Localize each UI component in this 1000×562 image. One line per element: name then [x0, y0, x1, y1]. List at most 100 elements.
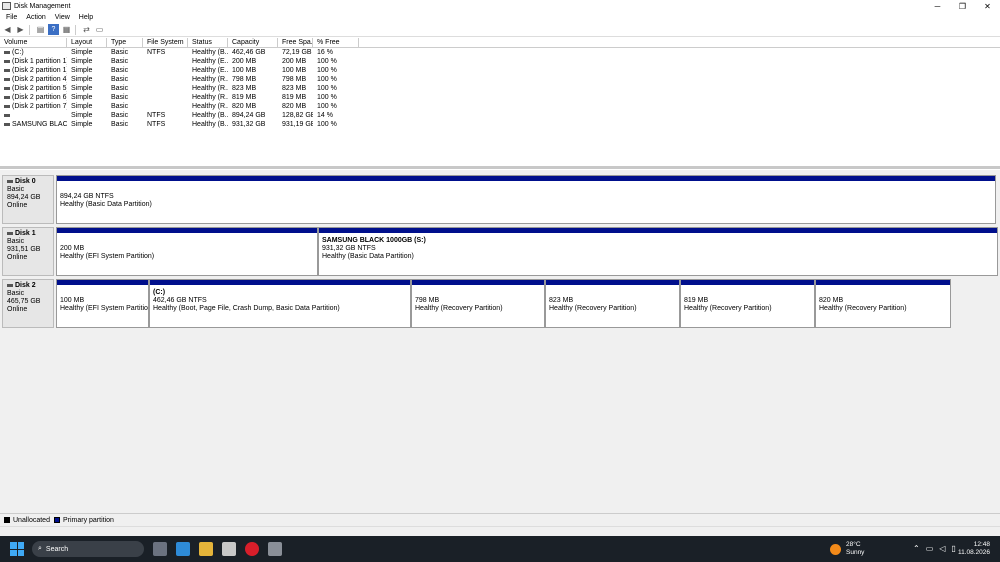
file-explorer-icon[interactable]	[199, 542, 213, 556]
menu-bar: File Action View Help	[0, 12, 1000, 23]
maximize-button[interactable]: ❐	[950, 0, 975, 12]
opera-icon[interactable]	[245, 542, 259, 556]
partition-status: Healthy (Recovery Partition)	[549, 305, 637, 312]
volume-icon[interactable]: ◁	[939, 544, 945, 553]
cell-status: Healthy (E...	[192, 67, 228, 74]
table-row[interactable]: (Disk 1 partition 1) Simple Basic Healthy (…	[0, 57, 1000, 66]
partition-size: 819 MB	[684, 297, 709, 304]
cell-layout: Simple	[71, 121, 93, 128]
taskbar-search-box[interactable]: ⌕ Search	[32, 541, 144, 557]
column-header-file-system[interactable]: File System	[143, 38, 188, 47]
minimize-button[interactable]: ─	[925, 0, 950, 12]
task-view-icon[interactable]	[153, 542, 167, 556]
partition-size: 100 MB	[60, 297, 85, 304]
partition[interactable]: 200 MB Healthy (EFI System Partition)	[56, 227, 318, 276]
settings-icon[interactable]: ▦	[61, 24, 72, 35]
partition-name	[60, 289, 145, 297]
cell-capacity: 931,32 GB	[232, 121, 266, 128]
table-row[interactable]: (Disk 2 partition 5) Simple Basic Healthy (…	[0, 84, 1000, 93]
column-header-layout[interactable]: Layout	[67, 38, 107, 47]
cell-percent-free: 14 %	[317, 112, 333, 119]
table-row[interactable]: (Disk 2 partition 6) Simple Basic Healthy (…	[0, 93, 1000, 102]
refresh-icon[interactable]: ▭	[94, 24, 105, 35]
cell-free-space: 823 MB	[282, 85, 307, 92]
table-row[interactable]: Simple Basic NTFS Healthy (B... 894,24 GB 128…	[0, 111, 1000, 120]
weather-temperature: 28°C	[846, 541, 861, 548]
partition[interactable]: 798 MB Healthy (Recovery Partition)	[411, 279, 545, 328]
cell-layout: Simple	[71, 58, 93, 65]
partition[interactable]: 894,24 GB NTFS Healthy (Basic Data Parti…	[56, 175, 996, 224]
cell-capacity: 100 MB	[232, 67, 257, 74]
partition[interactable]: (C:) 462,46 GB NTFS Healthy (Boot, Page …	[149, 279, 411, 328]
rescan-icon[interactable]: ⇄	[81, 24, 92, 35]
forward-icon[interactable]: ▶	[15, 24, 26, 35]
disk-management-taskbar-icon[interactable]	[268, 542, 282, 556]
edge-icon[interactable]	[176, 542, 190, 556]
sun-icon	[830, 543, 841, 555]
table-row[interactable]: (Disk 2 partition 1) Simple Basic Healthy (…	[0, 66, 1000, 75]
taskbar-clock[interactable]: 12:48 11.08.2026	[958, 541, 990, 557]
disk-0-info[interactable]: Disk 0 Basic 894,24 GB Online	[2, 175, 54, 224]
column-header-free-space[interactable]: Free Spa...	[278, 38, 313, 47]
cell-layout: Simple	[71, 67, 93, 74]
network-icon[interactable]: ▭	[926, 544, 934, 553]
weather-description: Sunny	[846, 549, 865, 556]
table-row[interactable]: (C:) Simple Basic NTFS Healthy (B... 462,46 G…	[0, 48, 1000, 57]
cell-volume: SAMSUNG BLACK ...	[0, 120, 67, 129]
disk-type: Basic	[7, 238, 25, 245]
partition-status: Healthy (EFI System Partition)	[60, 305, 148, 312]
cell-capacity: 798 MB	[232, 76, 257, 83]
menu-action[interactable]: Action	[26, 14, 45, 21]
help-icon[interactable]: ?	[48, 24, 59, 35]
partition[interactable]: SAMSUNG BLACK 1000GB (S:) 931,32 GB NTFS…	[318, 227, 998, 276]
cell-volume: (Disk 2 partition 7)	[0, 102, 67, 111]
cell-free-space: 798 MB	[282, 76, 307, 83]
weather-widget[interactable]: 28°C Sunny	[830, 541, 864, 557]
menu-help[interactable]: Help	[79, 14, 93, 21]
chevron-up-icon[interactable]: ⌃	[913, 544, 920, 553]
column-header-type[interactable]: Type	[107, 38, 143, 47]
disk-graphical-view: Disk 0 Basic 894,24 GB Online 894,24 GB …	[0, 170, 1000, 513]
partition-name	[549, 289, 676, 297]
windows-start-icon[interactable]	[10, 542, 24, 556]
volume-icon	[4, 122, 10, 126]
partition[interactable]: 819 MB Healthy (Recovery Partition)	[680, 279, 815, 328]
back-icon[interactable]: ◀	[2, 24, 13, 35]
menu-view[interactable]: View	[55, 14, 70, 21]
partition-status: Healthy (Recovery Partition)	[819, 305, 907, 312]
column-header-capacity[interactable]: Capacity	[228, 38, 278, 47]
partition-size: 931,32 GB NTFS	[322, 245, 376, 252]
partition-status: Healthy (Recovery Partition)	[684, 305, 772, 312]
table-row[interactable]: (Disk 2 partition 7) Simple Basic Healthy (…	[0, 102, 1000, 111]
partition[interactable]: 820 MB Healthy (Recovery Partition)	[815, 279, 951, 328]
toolbar-separator	[29, 24, 30, 35]
close-button[interactable]: ✕	[975, 0, 1000, 12]
battery-icon[interactable]: ▯	[951, 544, 955, 553]
column-header-volume[interactable]: Volume	[0, 38, 67, 47]
cell-capacity: 823 MB	[232, 85, 257, 92]
disk-name: Disk 0	[15, 178, 36, 185]
column-header-percent-free[interactable]: % Free	[313, 38, 359, 47]
unallocated-swatch	[4, 517, 10, 523]
cell-type: Basic	[111, 94, 129, 101]
partition[interactable]: 100 MB Healthy (EFI System Partition)	[56, 279, 149, 328]
disk-size: 465,75 GB	[7, 298, 41, 305]
cell-file-system: NTFS	[147, 121, 166, 128]
table-row[interactable]: (Disk 2 partition 4) Simple Basic Healthy (…	[0, 75, 1000, 84]
volume-icon	[4, 77, 10, 81]
disk-2-info[interactable]: Disk 2 Basic 465,75 GB Online	[2, 279, 54, 328]
cell-type: Basic	[111, 76, 129, 83]
partition-size: 823 MB	[549, 297, 574, 304]
table-row[interactable]: SAMSUNG BLACK ... Simple Basic NTFS Healthy …	[0, 120, 1000, 129]
volume-name: (Disk 2 partition 4)	[12, 76, 67, 83]
properties-icon[interactable]: ▤	[35, 24, 46, 35]
disk-2-row: Disk 2 Basic 465,75 GB Online 100 MB Hea…	[0, 279, 1000, 328]
partition[interactable]: 823 MB Healthy (Recovery Partition)	[545, 279, 680, 328]
cell-layout: Simple	[71, 76, 93, 83]
disk-1-info[interactable]: Disk 1 Basic 931,51 GB Online	[2, 227, 54, 276]
menu-file[interactable]: File	[6, 14, 17, 21]
legend-unallocated: Unallocated	[13, 516, 50, 524]
store-icon[interactable]	[222, 542, 236, 556]
column-header-status[interactable]: Status	[188, 38, 228, 47]
volume-list-header: Volume Layout Type File System Status Ca…	[0, 38, 1000, 48]
